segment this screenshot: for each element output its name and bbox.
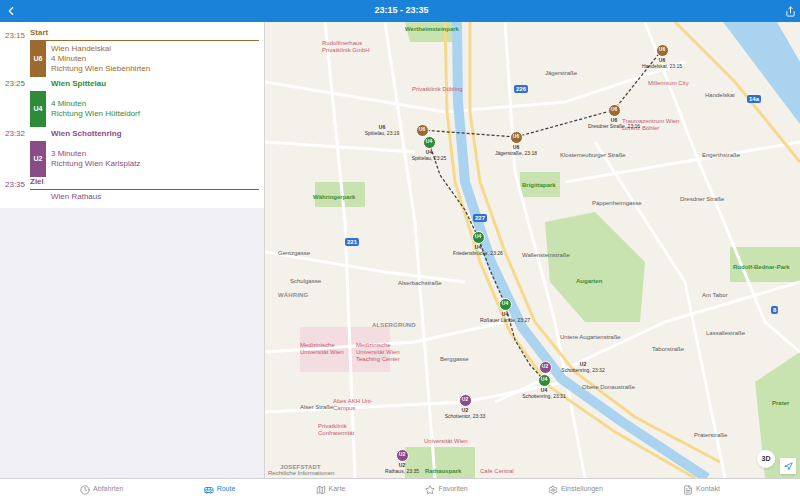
map-label: Rudolfinerhaus Privatklinik GmbH xyxy=(322,40,392,54)
back-icon[interactable] xyxy=(4,4,18,18)
line-bar: U2 xyxy=(30,141,46,177)
itinerary-stop: 23:25Wien Spittelau xyxy=(0,77,259,91)
tab-icon xyxy=(204,485,214,495)
map-label: Jägerstraße xyxy=(545,70,577,77)
itinerary-place: Wien Rathaus xyxy=(0,190,259,202)
map-label: Café Central xyxy=(480,468,514,475)
route-panel: 23:15StartU6Wien Handelskai4 MinutenRich… xyxy=(0,22,265,478)
map-label: Prater xyxy=(772,400,789,407)
map-label: Privatklinik Confraternität xyxy=(318,423,380,437)
tab-bar: Abfahrten Route Karte Favoriten Einstellunge… xyxy=(0,478,800,500)
app: 23:15 - 23:35 23:15StartU6Wien Handelskai… xyxy=(0,0,800,500)
tab-item[interactable]: Favoriten xyxy=(425,484,467,495)
map-label: Alserbachstraße xyxy=(398,280,442,287)
map-label: ALSERGRUND xyxy=(372,322,416,329)
itinerary-leg: U44 MinutenRichtung Wien Hütteldorf xyxy=(0,91,259,127)
map-label: Augarten xyxy=(576,278,602,285)
map-label: Praterstraße xyxy=(694,432,727,439)
tab-item[interactable]: Kontakt xyxy=(683,484,720,495)
map-label: Gentzgasse xyxy=(278,250,310,257)
location-arrow-icon xyxy=(784,462,793,471)
map[interactable]: Wertheimsteinpark Rudolfinerhaus Privatkl… xyxy=(265,22,800,478)
map-label: Am Tabor xyxy=(702,292,728,299)
map-label: Pappenheimgasse xyxy=(592,200,642,207)
road-shield: 221 xyxy=(345,238,359,246)
itinerary-leg: U23 MinutenRichtung Wien Karlsplatz xyxy=(0,141,259,177)
map-label: Wertheimsteinpark xyxy=(405,26,459,33)
itinerary-stop: 23:32Wien Schottenring xyxy=(0,127,259,141)
map-label: Rathauspark xyxy=(425,468,461,475)
itinerary: 23:15StartU6Wien Handelskai4 MinutenRich… xyxy=(0,22,264,208)
map-label: Rudolf-Bednar-Park xyxy=(733,264,790,271)
title: 23:15 - 23:35 xyxy=(374,4,428,18)
map-label: Medizinische Universität Wien Teaching C… xyxy=(356,342,416,363)
itinerary-time: 23:25 xyxy=(0,79,30,89)
map-label: Taborstraße xyxy=(652,346,684,353)
share-icon[interactable] xyxy=(785,6,796,17)
3d-button[interactable]: 3D xyxy=(757,450,775,468)
map-label: Universität Wien xyxy=(424,438,468,445)
tab-icon xyxy=(425,485,435,495)
line-bar: U4 xyxy=(30,91,46,127)
itinerary-time: 23:15 xyxy=(0,31,30,41)
map-label: Rechtliche Informationen xyxy=(268,470,334,477)
map-label: Obere Donaustraße xyxy=(582,384,635,391)
map-label: JOSEFSTADT xyxy=(280,464,321,471)
tab-icon xyxy=(683,485,693,495)
map-label: Medizinische Universität Wien xyxy=(300,342,350,356)
map-label: Altes AKH Uni-Campus xyxy=(333,398,383,412)
top-bar: 23:15 - 23:35 xyxy=(0,0,800,22)
road-shield: 14a xyxy=(747,95,761,103)
map-label: Wallensteinstraße xyxy=(522,252,570,259)
itinerary-header: 23:35Ziel xyxy=(0,177,259,190)
line-bar: U6 xyxy=(30,41,46,77)
map-label: Alser Straße xyxy=(300,404,333,411)
map-label: Dresdner Straße xyxy=(680,196,724,203)
road-shield: 8 xyxy=(771,306,778,314)
itinerary-time: 23:35 xyxy=(0,180,30,190)
locate-button[interactable] xyxy=(780,458,796,474)
map-label: Privatklinik Döbling xyxy=(412,86,463,93)
map-label: Klosterneuburger Straße xyxy=(560,152,626,159)
map-label: WÄHRING xyxy=(278,292,308,299)
tab-item[interactable]: Route xyxy=(204,484,236,495)
road-shield: 227 xyxy=(473,214,487,222)
itinerary-leg: U6Wien Handelskai4 MinutenRichtung Wien … xyxy=(0,41,259,77)
tab-icon xyxy=(80,485,90,495)
tab-item[interactable]: Abfahrten xyxy=(80,484,123,495)
map-label: Lassallestraße xyxy=(706,330,745,337)
tab-item[interactable]: Karte xyxy=(316,484,346,495)
map-label: Handelskai xyxy=(705,92,735,99)
road-shield: 226 xyxy=(514,85,528,93)
map-label: Untere Augartenstraße xyxy=(560,334,621,341)
map-label: Berggasse xyxy=(440,356,469,363)
tab-item[interactable]: Einstellungen xyxy=(548,484,603,495)
tab-icon xyxy=(548,485,558,495)
map-label: Schulgasse xyxy=(290,278,321,285)
map-label: Millennium City xyxy=(648,80,689,87)
itinerary-time: 23:32 xyxy=(0,129,30,139)
itinerary-header: 23:15Start xyxy=(0,28,259,41)
map-label: Engerthstraße xyxy=(702,152,740,159)
tab-icon xyxy=(316,485,326,495)
content: 23:15StartU6Wien Handelskai4 MinutenRich… xyxy=(0,22,800,478)
map-label: Brigittapark xyxy=(522,182,556,189)
map-label: Währingerpark xyxy=(313,194,355,201)
